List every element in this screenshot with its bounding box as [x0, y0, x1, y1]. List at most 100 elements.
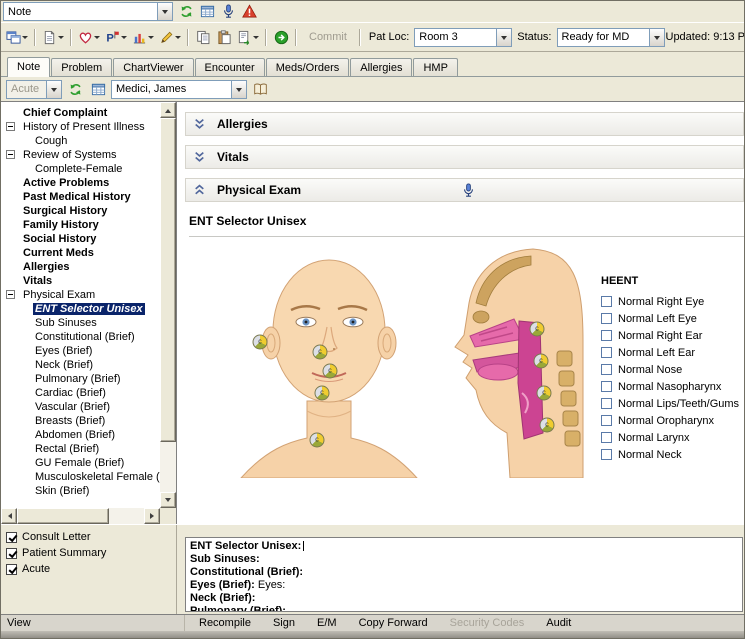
- checkbox[interactable]: [601, 381, 612, 392]
- action-e-m[interactable]: E/M: [317, 617, 337, 629]
- tree-item[interactable]: Chief Complaint: [1, 106, 160, 120]
- tab-hmp[interactable]: HMP: [413, 58, 458, 77]
- hotspot-ear[interactable]: c: [252, 334, 268, 350]
- tree-item[interactable]: Physical Exam: [1, 288, 160, 302]
- tree-item[interactable]: Vascular (Brief): [1, 400, 160, 414]
- tree-horizontal-scrollbar[interactable]: [1, 508, 160, 524]
- horizontal-scrollbar-thumb[interactable]: [17, 508, 109, 524]
- tree-item[interactable]: Current Meds: [1, 246, 160, 260]
- checkbox[interactable]: [601, 296, 612, 307]
- refresh-button[interactable]: [176, 1, 196, 22]
- encounter-type-combobox[interactable]: Acute: [6, 79, 62, 99]
- patient-combobox[interactable]: Medici, James: [111, 79, 247, 99]
- tree-expander-minus-icon[interactable]: [6, 122, 15, 131]
- chart-button[interactable]: [130, 27, 156, 48]
- tree-item[interactable]: Constitutional (Brief): [1, 330, 160, 344]
- section-vitals[interactable]: Vitals: [185, 145, 744, 169]
- section-allergies[interactable]: Allergies: [185, 112, 744, 136]
- checkbox[interactable]: [6, 547, 17, 559]
- checkbox[interactable]: [601, 313, 612, 324]
- tree-item[interactable]: Vitals: [1, 274, 160, 288]
- section-physical-exam[interactable]: Physical Exam: [185, 178, 744, 202]
- tree-item[interactable]: Pulmonary (Brief): [1, 372, 160, 386]
- action-sign[interactable]: Sign: [273, 617, 295, 629]
- checkbox[interactable]: [6, 563, 17, 575]
- tree-item[interactable]: Breasts (Brief): [1, 414, 160, 428]
- tree-item[interactable]: Active Problems: [1, 176, 160, 190]
- scroll-right-button[interactable]: [144, 508, 160, 524]
- tree-item[interactable]: History of Present Illness: [1, 120, 160, 134]
- grid-button[interactable]: [197, 1, 217, 22]
- hotspot-neck[interactable]: c: [309, 432, 325, 448]
- tree-vertical-scrollbar[interactable]: [160, 102, 176, 508]
- hotspot-chin[interactable]: c: [314, 385, 330, 401]
- copy-button[interactable]: [193, 27, 213, 48]
- tree-item[interactable]: Rectal (Brief): [1, 442, 160, 456]
- forms-button[interactable]: [88, 79, 108, 100]
- chart-lookup-button[interactable]: [250, 79, 270, 100]
- hotspot-lips[interactable]: c: [322, 363, 338, 379]
- view-button[interactable]: View: [1, 615, 185, 631]
- hotspot-larynx[interactable]: c: [539, 417, 555, 433]
- action-audit[interactable]: Audit: [546, 617, 571, 629]
- go-button[interactable]: [271, 27, 291, 48]
- tree-item[interactable]: Past Medical History: [1, 190, 160, 204]
- hotspot-nasopharynx[interactable]: c: [529, 321, 545, 337]
- tree-item[interactable]: Allergies: [1, 260, 160, 274]
- tree-item[interactable]: Cough: [1, 134, 160, 148]
- microphone-icon[interactable]: [461, 182, 476, 198]
- tree-item[interactable]: Neck (Brief): [1, 358, 160, 372]
- note-preview-text[interactable]: ENT Selector Unisex: Sub Sinuses: Constitu…: [185, 537, 743, 612]
- paste-button[interactable]: [214, 27, 234, 48]
- hotspot-oropharynx[interactable]: c: [536, 385, 552, 401]
- hotspot-soft-palate[interactable]: c: [533, 353, 549, 369]
- tree-item[interactable]: Family History: [1, 218, 160, 232]
- flag-button[interactable]: P: [103, 27, 129, 48]
- scroll-down-button[interactable]: [160, 492, 176, 508]
- checkbox[interactable]: [601, 432, 612, 443]
- window-button[interactable]: [4, 27, 30, 48]
- tree-expander-minus-icon[interactable]: [6, 290, 15, 299]
- checkbox[interactable]: [601, 364, 612, 375]
- action-recompile[interactable]: Recompile: [199, 617, 251, 629]
- checkbox[interactable]: [6, 531, 17, 543]
- vertical-scrollbar-thumb[interactable]: [160, 118, 176, 442]
- checkbox[interactable]: [601, 398, 612, 409]
- pencil-button[interactable]: [157, 27, 183, 48]
- tree-item[interactable]: Cardiac (Brief): [1, 386, 160, 400]
- checkbox[interactable]: [601, 330, 612, 341]
- checkbox[interactable]: [601, 449, 612, 460]
- tree-item[interactable]: Eyes (Brief): [1, 344, 160, 358]
- scroll-left-button[interactable]: [1, 508, 17, 524]
- tree-item[interactable]: ENT Selector Unisex: [1, 302, 160, 316]
- tree-item[interactable]: Abdomen (Brief): [1, 428, 160, 442]
- note-type-combobox[interactable]: Note: [3, 2, 173, 21]
- tree-item[interactable]: Sub Sinuses: [1, 316, 160, 330]
- document-button[interactable]: [40, 27, 66, 48]
- checkbox[interactable]: [601, 347, 612, 358]
- action-copy-forward[interactable]: Copy Forward: [359, 617, 428, 629]
- checkbox[interactable]: [601, 415, 612, 426]
- pat-loc-combobox[interactable]: Room 3: [414, 27, 513, 47]
- tab-encounter[interactable]: Encounter: [194, 58, 265, 77]
- template-button[interactable]: [235, 27, 261, 48]
- tab-allergies[interactable]: Allergies: [350, 58, 413, 77]
- tab-chartviewer[interactable]: ChartViewer: [113, 58, 194, 77]
- tab-problem[interactable]: Problem: [51, 58, 113, 77]
- tree-item[interactable]: Complete-Female: [1, 162, 160, 176]
- chevron-double-down-icon[interactable]: [192, 117, 207, 132]
- chevron-double-down-icon[interactable]: [192, 150, 207, 165]
- tree-item[interactable]: Skin (Brief): [1, 484, 160, 498]
- alert-button[interactable]: [239, 1, 259, 22]
- tab-meds-orders[interactable]: Meds/Orders: [265, 58, 350, 77]
- tree-item[interactable]: Musculoskeletal Female (Bri: [1, 470, 160, 484]
- tree-item[interactable]: GU Female (Brief): [1, 456, 160, 470]
- refresh-button[interactable]: [65, 79, 85, 100]
- scroll-up-button[interactable]: [160, 102, 176, 118]
- tree-item[interactable]: Surgical History: [1, 204, 160, 218]
- tree-item[interactable]: Social History: [1, 232, 160, 246]
- status-combobox[interactable]: Ready for MD: [556, 27, 665, 47]
- sagittal-head-view[interactable]: [454, 248, 584, 479]
- tab-note[interactable]: Note: [7, 57, 51, 77]
- chevron-double-up-icon[interactable]: [192, 183, 207, 198]
